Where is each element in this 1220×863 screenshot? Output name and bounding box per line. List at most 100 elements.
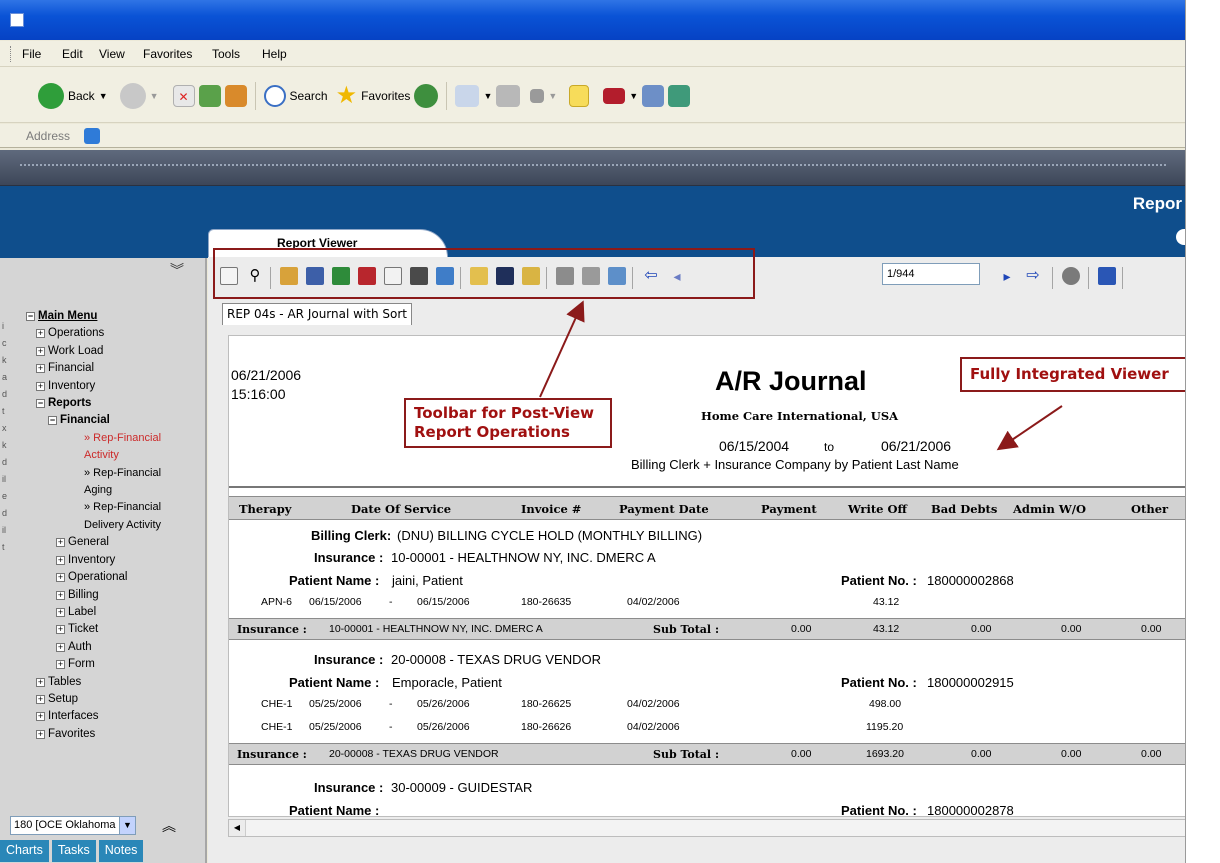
tree-financial[interactable]: + Financial	[36, 360, 161, 377]
expand-icon[interactable]: +	[56, 607, 65, 617]
back-arrow-icon[interactable]	[38, 83, 64, 109]
mail-icon[interactable]	[455, 85, 480, 107]
patient-name-label: Patient Name :	[289, 573, 380, 588]
page-number-input[interactable]: 1/944	[882, 263, 980, 285]
tree-reports-financial[interactable]: − Financial	[48, 412, 161, 429]
tree-favorites[interactable]: + Favorites	[36, 726, 161, 743]
expand-panel-icon[interactable]: ︽	[162, 816, 176, 836]
insurance-label: Insurance :	[314, 550, 384, 565]
tree-operations[interactable]: + Operations	[36, 325, 161, 342]
insurance-value: 30-00009 - GUIDESTAR	[391, 780, 533, 795]
tree-ticket[interactable]: + Ticket	[56, 621, 161, 638]
menu-edit[interactable]: Edit	[62, 47, 83, 61]
charts-tab[interactable]: Charts	[0, 840, 49, 862]
tree-work-load[interactable]: + Work Load	[36, 343, 161, 360]
yahoo-icon[interactable]	[603, 88, 626, 104]
expand-icon[interactable]: +	[56, 573, 65, 583]
report-viewer: ⚲ ⇦ ◂ 1/944 ▸ ⇨ REP 04s - AR Journal wit…	[208, 257, 1185, 863]
messenger-icon[interactable]	[668, 85, 691, 107]
expand-icon[interactable]: +	[56, 625, 65, 635]
tree-rep-financial-aging[interactable]: » Rep-Financial	[84, 465, 161, 482]
back-dropdown-icon[interactable]: ▼	[99, 91, 108, 101]
refresh-icon[interactable]	[198, 85, 221, 107]
search-icon[interactable]	[263, 85, 286, 107]
expand-icon[interactable]: +	[56, 538, 65, 548]
expand-icon[interactable]: +	[56, 660, 65, 670]
expand-icon[interactable]: +	[36, 712, 45, 722]
menu-view[interactable]: View	[99, 47, 125, 61]
menu-help[interactable]: Help	[262, 47, 287, 61]
tree-inventory[interactable]: + Inventory	[36, 378, 161, 395]
billing-clerk-value: (DNU) BILLING CYCLE HOLD (MONTHLY BILLIN…	[397, 528, 703, 543]
subtotal-row: Insurance : 20-00008 - TEXAS DRUG VENDOR…	[229, 743, 1185, 765]
expand-icon[interactable]: +	[36, 329, 45, 339]
tree-form[interactable]: + Form	[56, 656, 161, 673]
insurance-label: Insurance :	[314, 652, 384, 667]
tree-operational[interactable]: + Operational	[56, 569, 161, 586]
notes-icon[interactable]	[569, 85, 590, 107]
location-select[interactable]: 180 [OCE Oklahoma ▼	[10, 816, 136, 835]
notes-tab[interactable]: Notes	[98, 840, 144, 862]
menu-file[interactable]: File	[22, 47, 41, 61]
tasks-tab[interactable]: Tasks	[51, 840, 96, 862]
expand-icon[interactable]: +	[56, 590, 65, 600]
back-button[interactable]: Back	[68, 89, 95, 103]
address-label: Address	[26, 129, 71, 143]
edit-dropdown-icon[interactable]: ▼	[548, 91, 557, 101]
collapse-icon[interactable]: −	[48, 416, 57, 426]
forward-arrow-icon[interactable]	[119, 83, 146, 109]
tree-billing[interactable]: + Billing	[56, 587, 161, 604]
expand-icon[interactable]: +	[36, 364, 45, 374]
tree-tables[interactable]: + Tables	[36, 674, 161, 691]
tree-interfaces[interactable]: + Interfaces	[36, 708, 161, 725]
collapse-icon[interactable]: −	[26, 312, 35, 321]
expand-icon[interactable]: +	[36, 694, 45, 704]
expand-icon[interactable]: +	[56, 555, 65, 565]
favorites-star-icon[interactable]: ★	[336, 83, 358, 109]
home-icon[interactable]	[224, 85, 247, 107]
header-pill-icon[interactable]	[1176, 229, 1185, 245]
collapse-sidebar-icon[interactable]: ︾	[170, 260, 184, 280]
forward-dropdown-icon[interactable]: ▼	[150, 91, 159, 101]
expand-icon[interactable]: +	[36, 381, 45, 391]
mail-dropdown-icon[interactable]: ▼	[483, 91, 492, 101]
tree-rep-financial-activity[interactable]: » Rep-Financial	[84, 430, 161, 447]
report-tab[interactable]: REP 04s - AR Journal with Sort	[222, 303, 412, 325]
history-icon[interactable]	[414, 84, 439, 108]
chevron-down-icon[interactable]: ▼	[119, 817, 135, 834]
expand-icon[interactable]: +	[56, 642, 65, 652]
col-bad-debts: Bad Debts	[931, 502, 998, 516]
tree-main-menu[interactable]: − Main Menu	[26, 308, 161, 325]
expand-icon[interactable]: +	[36, 346, 45, 356]
stop-icon[interactable]	[1062, 267, 1080, 285]
favorites-button[interactable]: Favorites	[361, 89, 410, 103]
menu-tools[interactable]: Tools	[212, 47, 240, 61]
col-therapy: Therapy	[239, 502, 292, 516]
last-page-icon[interactable]: ⇨	[1024, 267, 1042, 285]
horizontal-scrollbar[interactable]: ◀	[228, 819, 1185, 837]
tree-reports-inventory[interactable]: + Inventory	[56, 552, 161, 569]
next-page-icon[interactable]: ▸	[998, 267, 1016, 285]
expand-icon[interactable]: +	[36, 677, 45, 687]
stop-icon[interactable]: ✕	[172, 85, 195, 107]
zoom-icon[interactable]	[1098, 267, 1116, 285]
tree-label[interactable]: + Label	[56, 604, 161, 621]
report-title: A/R Journal	[715, 366, 867, 396]
tree-general[interactable]: + General	[56, 534, 161, 551]
research-icon[interactable]	[642, 85, 665, 107]
scroll-left-icon[interactable]: ◀	[229, 820, 246, 836]
date-from: 06/15/2004	[719, 438, 790, 454]
search-button[interactable]: Search	[290, 89, 328, 103]
menu-favorites[interactable]: Favorites	[143, 47, 192, 61]
ie-app-icon	[10, 13, 24, 27]
yahoo-dropdown-icon[interactable]: ▼	[629, 91, 638, 101]
collapse-icon[interactable]: −	[36, 399, 45, 409]
expand-icon[interactable]: +	[36, 729, 45, 739]
page-icon	[84, 128, 100, 144]
edit-icon[interactable]	[530, 89, 545, 103]
tree-reports[interactable]: − Reports	[36, 395, 161, 412]
tree-rep-financial-delivery[interactable]: » Rep-Financial	[84, 499, 161, 516]
tree-auth[interactable]: + Auth	[56, 639, 161, 656]
tree-setup[interactable]: + Setup	[36, 691, 161, 708]
print-icon[interactable]	[496, 85, 521, 107]
